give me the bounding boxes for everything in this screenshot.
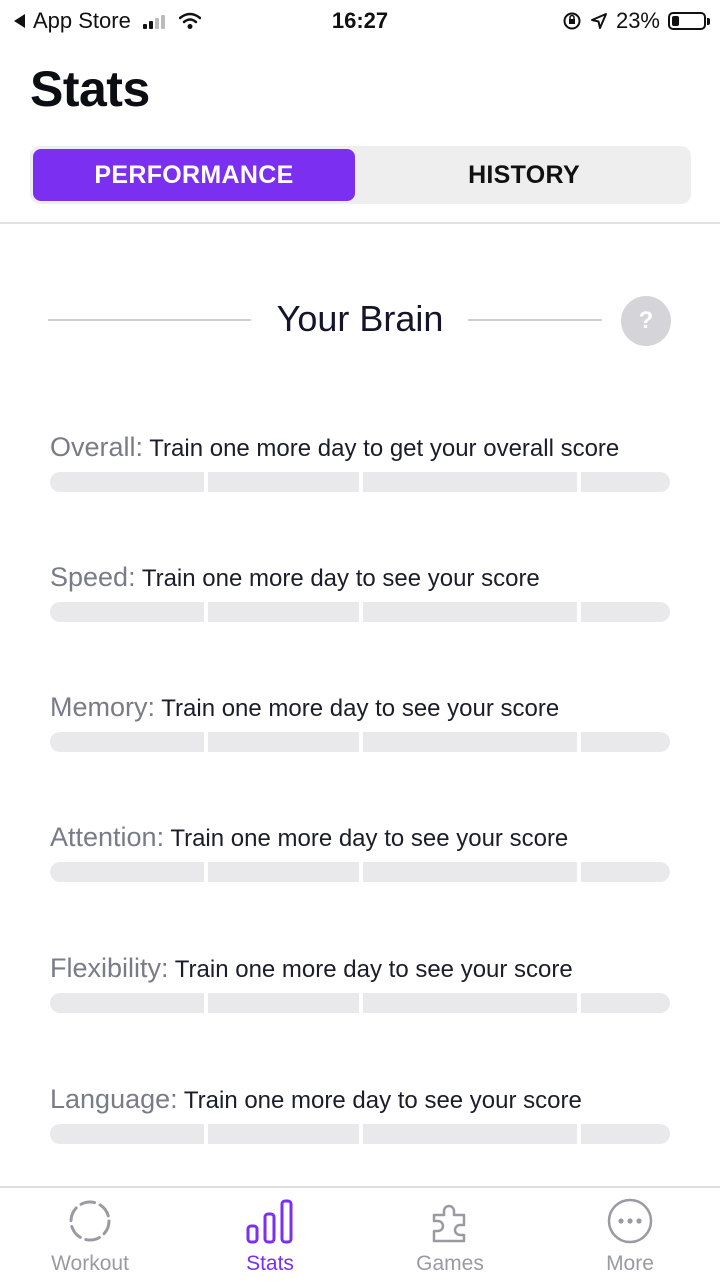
score-row-flexibility: Flexibility: Train one more day to see y… (50, 953, 670, 1013)
bar-segment (363, 993, 577, 1013)
bar-segment (581, 1124, 670, 1144)
bar-segment (363, 732, 577, 752)
location-arrow-icon (590, 13, 607, 29)
page-title: Stats (30, 61, 150, 117)
bar-segment (50, 993, 204, 1013)
bar-segment (208, 732, 359, 752)
puzzle-piece-icon (425, 1196, 475, 1246)
bar-segment (50, 602, 204, 622)
bar-segment (363, 1124, 577, 1144)
bar-segment (363, 472, 577, 492)
your-brain-heading: Your Brain ? (48, 292, 678, 348)
tab-label: Workout (51, 1252, 129, 1275)
question-mark-icon: ? (638, 307, 654, 334)
bar-segment (581, 993, 670, 1013)
more-dots-icon (605, 1196, 655, 1246)
score-label: Language: (50, 1084, 178, 1114)
tab-label: Stats (246, 1252, 294, 1275)
bar-segment (208, 472, 359, 492)
score-progress-bar (50, 993, 670, 1013)
bar-segment (581, 472, 670, 492)
score-label: Attention: (50, 822, 165, 852)
bottom-tab-bar: Workout Stats Games More (0, 1186, 720, 1281)
bar-segment (208, 1124, 359, 1144)
performance-tab[interactable]: PERFORMANCE (33, 149, 355, 201)
score-label: Overall: (50, 432, 144, 462)
stats-view-segmented-control: PERFORMANCE HISTORY (30, 146, 691, 204)
score-progress-bar (50, 732, 670, 752)
heading-rule-right (468, 319, 602, 321)
score-message: Train one more day to get your overall s… (149, 435, 620, 462)
score-label: Flexibility: (50, 953, 169, 983)
score-line: Speed: Train one more day to see your sc… (50, 562, 670, 593)
bar-segment (50, 472, 204, 492)
score-label: Speed: (50, 562, 136, 592)
score-line: Attention: Train one more day to see you… (50, 822, 670, 853)
score-progress-bar (50, 1124, 670, 1144)
history-tab[interactable]: HISTORY (360, 149, 688, 201)
score-label: Memory: (50, 692, 156, 722)
bar-segment (363, 862, 577, 882)
tab-more[interactable]: More (570, 1196, 690, 1278)
bar-segment (50, 732, 204, 752)
tab-workout[interactable]: Workout (30, 1196, 150, 1278)
status-bar: App Store 16:27 23% (0, 0, 720, 42)
bar-segment (363, 602, 577, 622)
bar-segment (581, 602, 670, 622)
battery-level-fill (672, 16, 679, 26)
tab-label: More (606, 1252, 654, 1275)
bar-segment (581, 732, 670, 752)
screen-lock-icon (563, 12, 581, 30)
bar-chart-icon (245, 1196, 295, 1246)
score-message: Train one more day to see your score (183, 1087, 582, 1114)
heading-rule-left (48, 319, 251, 321)
score-progress-bar (50, 602, 670, 622)
tab-stats[interactable]: Stats (210, 1196, 330, 1278)
bar-segment (50, 1124, 204, 1144)
score-row-overall: Overall: Train one more day to get your … (50, 432, 670, 492)
help-button[interactable]: ? (621, 296, 671, 346)
tab-games[interactable]: Games (390, 1196, 510, 1278)
bar-segment (50, 862, 204, 882)
score-row-memory: Memory: Train one more day to see your s… (50, 692, 670, 752)
status-bar-right: 23% (562, 8, 710, 34)
battery-percentage: 23% (615, 8, 660, 33)
section-title: Your Brain (276, 298, 444, 339)
score-message: Train one more day to see your score (161, 695, 560, 722)
score-row-attention: Attention: Train one more day to see you… (50, 822, 670, 882)
score-progress-bar (50, 472, 670, 492)
score-row-speed: Speed: Train one more day to see your sc… (50, 562, 670, 622)
bar-segment (581, 862, 670, 882)
score-line: Language: Train one more day to see your… (50, 1084, 670, 1115)
battery-icon (668, 12, 710, 30)
bar-segment (208, 602, 359, 622)
score-message: Train one more day to see your score (141, 565, 540, 592)
score-line: Flexibility: Train one more day to see y… (50, 953, 670, 984)
score-message: Train one more day to see your score (170, 825, 569, 852)
score-line: Overall: Train one more day to get your … (50, 432, 670, 463)
bar-segment (208, 862, 359, 882)
score-message: Train one more day to see your score (174, 956, 573, 983)
score-line: Memory: Train one more day to see your s… (50, 692, 670, 723)
score-progress-bar (50, 862, 670, 882)
bar-segment (208, 993, 359, 1013)
score-row-language: Language: Train one more day to see your… (50, 1084, 670, 1144)
tab-label: Games (416, 1252, 484, 1275)
dashed-circle-icon (65, 1196, 115, 1246)
header-divider (0, 222, 720, 224)
